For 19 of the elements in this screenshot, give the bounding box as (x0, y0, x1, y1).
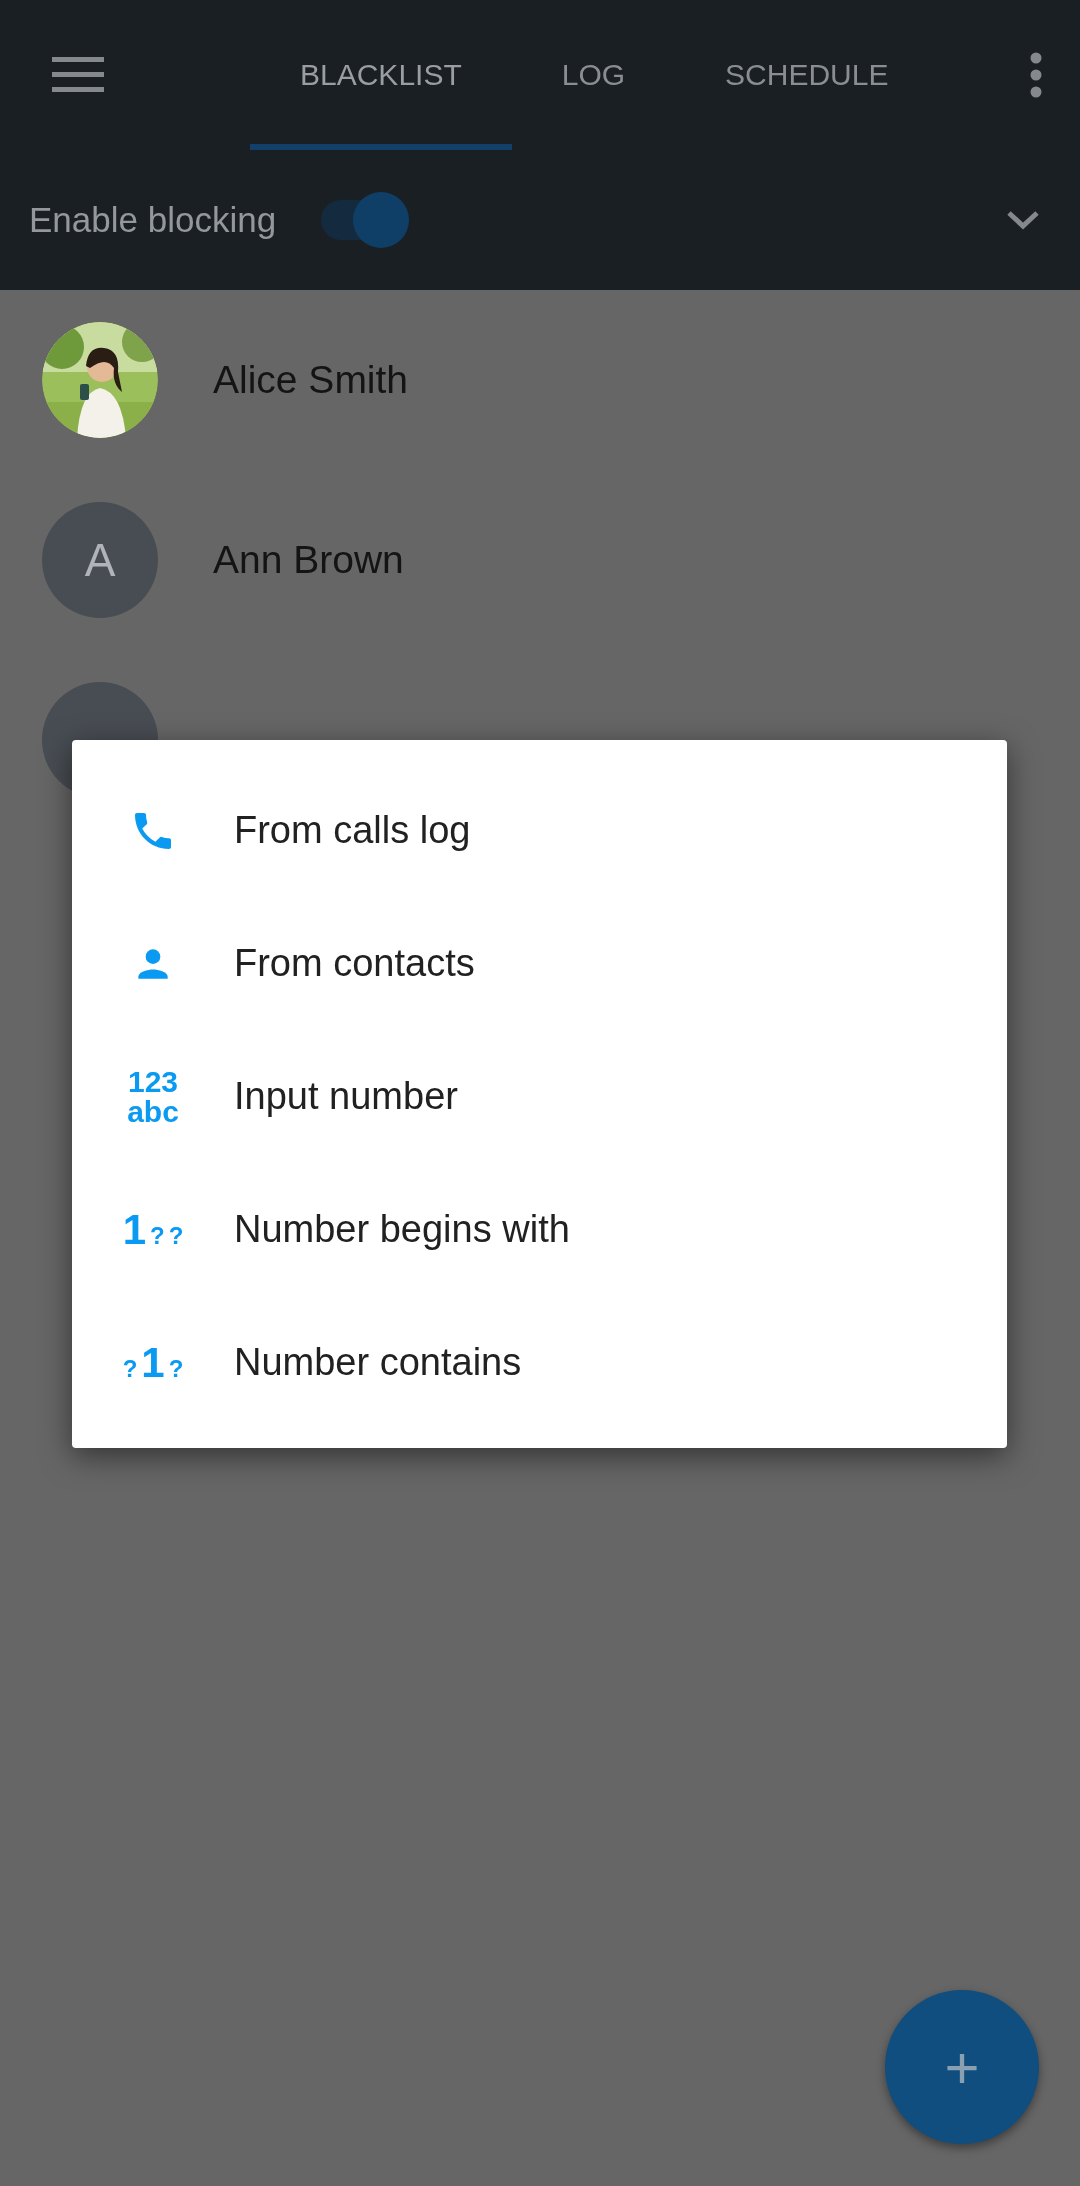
menu-item[interactable]: ?1? Number contains (72, 1296, 1007, 1429)
number-letters-icon: 123 abc (127, 1066, 179, 1127)
contact-name[interactable]: Alice Smith (213, 358, 409, 402)
chevron-down-icon[interactable] (1006, 210, 1040, 230)
menu-item[interactable]: 123 abc Input number (72, 1030, 1007, 1163)
menu-icon[interactable] (52, 57, 104, 93)
number-pattern-icon: ?1? (122, 1338, 184, 1387)
number-pattern-icon: 1? ? (122, 1205, 184, 1254)
more-options-icon[interactable] (1030, 52, 1042, 98)
enable-blocking-label: Enable blocking (29, 200, 277, 240)
contact-name[interactable]: Ann Brown (213, 538, 404, 582)
tab[interactable]: SCHEDULE (675, 0, 939, 150)
add-button[interactable]: + (885, 1990, 1039, 2144)
tab[interactable]: BLACKLIST (250, 0, 512, 150)
menu-item[interactable]: 1? ? Number begins with (72, 1163, 1007, 1296)
tab[interactable]: LOG (511, 0, 676, 150)
avatar: A (42, 502, 158, 618)
menu-item[interactable]: From contacts (72, 897, 1007, 1030)
menu-item[interactable]: From calls log (72, 764, 1007, 897)
